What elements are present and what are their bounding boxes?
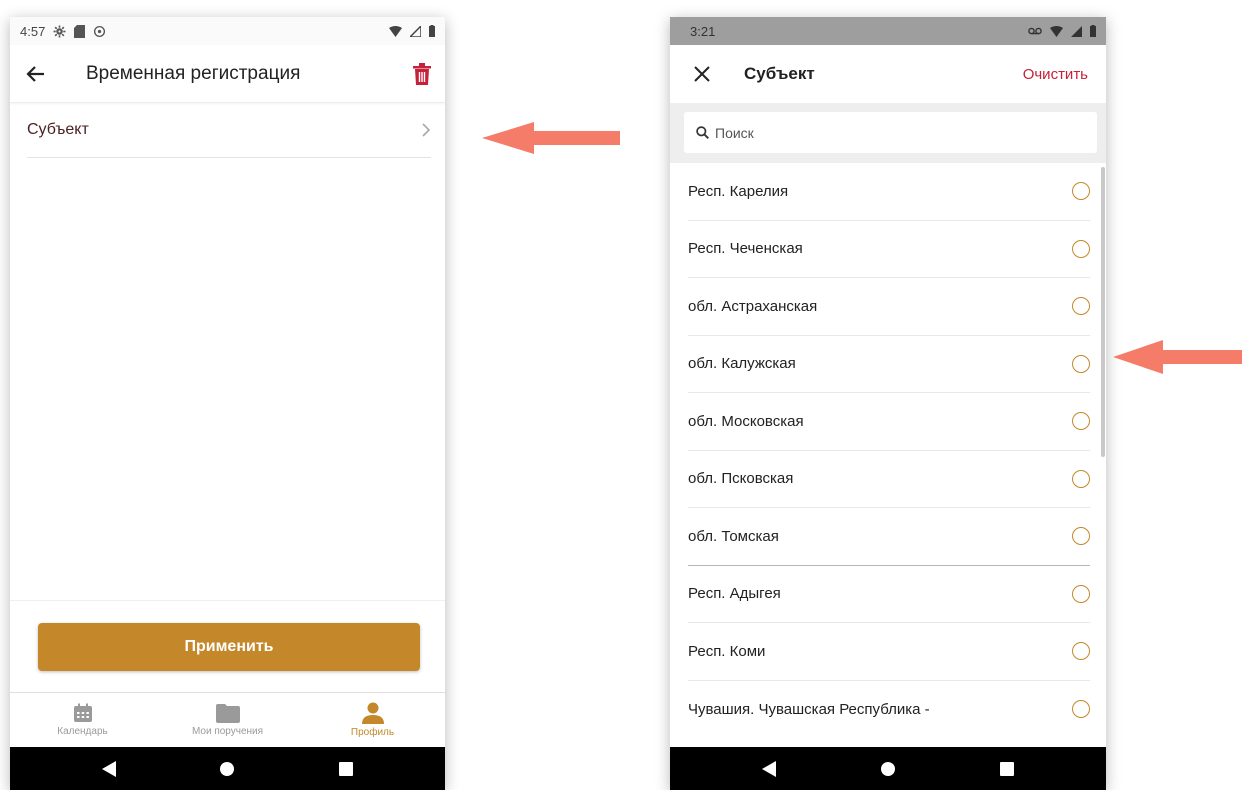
list-item-label: Респ. Адыгея — [688, 585, 781, 603]
radio-icon[interactable] — [1072, 700, 1090, 719]
system-navigation-bar — [670, 747, 1106, 790]
wifi-icon — [389, 25, 402, 37]
radio-icon[interactable] — [1072, 354, 1090, 373]
radio-icon[interactable] — [1072, 584, 1090, 603]
list-item[interactable]: обл. Томская — [688, 508, 1090, 566]
apply-button[interactable]: Применить — [38, 623, 420, 671]
list-item[interactable]: обл. Псковская — [688, 451, 1090, 508]
nav-label-profile: Профиль — [350, 727, 395, 738]
radio-icon[interactable] — [1072, 182, 1090, 201]
subject-list: Респ. Карелия Респ. Чеченская обл. Астра… — [670, 163, 1106, 747]
search-area — [670, 103, 1106, 163]
system-recents-icon[interactable] — [338, 761, 353, 776]
chevron-right-icon — [422, 123, 431, 137]
system-home-icon[interactable] — [880, 761, 895, 776]
list-item-label: обл. Астраханская — [688, 297, 818, 315]
subject-row-label: Субъект — [27, 121, 89, 138]
page-title: Временная регистрация — [86, 62, 301, 84]
system-back-icon[interactable] — [762, 760, 777, 777]
system-home-icon[interactable] — [220, 761, 235, 776]
radio-icon[interactable] — [1072, 527, 1090, 546]
signal-icon — [1071, 25, 1082, 37]
list-item[interactable]: Респ. Адыгея — [688, 566, 1090, 623]
wifi-icon — [1050, 25, 1063, 37]
app-bar: Субъект Очистить — [670, 45, 1106, 103]
search-box[interactable] — [684, 112, 1097, 153]
list-item[interactable]: Респ. Чеченская — [688, 221, 1090, 278]
search-input[interactable] — [715, 124, 1015, 141]
nav-label-my-tasks: Мои поручения — [191, 725, 264, 737]
sd-card-icon — [74, 24, 86, 38]
system-back-icon[interactable] — [102, 760, 117, 777]
nav-item-profile[interactable]: Профиль — [300, 693, 445, 747]
settings-status-icon — [53, 25, 66, 37]
status-time: 3:21 — [690, 23, 716, 39]
scrollbar[interactable] — [1101, 167, 1105, 457]
list-item-label: обл. Московская — [688, 412, 804, 430]
battery-icon — [1090, 25, 1096, 37]
close-icon[interactable] — [694, 66, 710, 82]
divider — [10, 600, 445, 601]
back-arrow-icon[interactable] — [26, 64, 46, 84]
list-item-label: Респ. Карелия — [688, 182, 789, 200]
folder-icon — [215, 703, 240, 723]
list-item[interactable]: обл. Астраханская — [688, 278, 1090, 336]
list-item-label: Респ. Коми — [688, 642, 766, 660]
trash-icon[interactable] — [413, 62, 431, 85]
bottom-navigation: Календарь Мои поручения Профиль — [10, 692, 445, 747]
list-item-label: обл. Псковская — [688, 470, 794, 488]
list-item-label: обл. Томская — [688, 527, 779, 545]
system-recents-icon[interactable] — [999, 761, 1014, 776]
sync-status-icon — [94, 25, 106, 37]
system-navigation-bar — [10, 747, 445, 790]
radio-icon[interactable] — [1072, 642, 1090, 661]
status-bar: 3:21 — [670, 17, 1106, 45]
list-item[interactable]: Чувашия. Чувашская Республика - — [688, 681, 1090, 739]
right-phone-screen: 3:21 Субъект Очистить Респ. Карелия Респ… — [670, 17, 1106, 790]
list-item[interactable]: обл. Московская — [688, 393, 1090, 451]
status-time: 4:57 — [20, 23, 46, 39]
voicemail-icon — [1028, 27, 1042, 35]
status-bar: 4:57 — [10, 17, 445, 45]
radio-icon[interactable] — [1072, 469, 1090, 488]
page-title: Субъект — [744, 64, 815, 83]
list-item-label: Чувашия. Чувашская Республика - — [688, 700, 930, 718]
calendar-icon — [73, 703, 92, 722]
radio-icon[interactable] — [1072, 297, 1090, 316]
radio-icon[interactable] — [1072, 239, 1090, 258]
radio-icon[interactable] — [1072, 412, 1090, 431]
nav-item-my-tasks[interactable]: Мои поручения — [155, 693, 300, 747]
list-item[interactable]: Респ. Карелия — [688, 163, 1090, 221]
subject-selector-row[interactable]: Субъект — [27, 103, 431, 158]
nav-item-calendar[interactable]: Календарь — [10, 693, 155, 747]
list-item[interactable]: обл. Калужская — [688, 336, 1090, 393]
clear-button[interactable]: Очистить — [1023, 66, 1088, 83]
annotation-arrow-right — [1113, 340, 1242, 374]
signal-icon — [410, 25, 421, 37]
list-item-label: Респ. Чеченская — [688, 240, 803, 258]
battery-icon — [429, 25, 435, 37]
person-icon — [361, 702, 384, 724]
annotation-arrow-left — [482, 122, 620, 154]
app-bar: Временная регистрация — [10, 45, 445, 103]
left-phone-screen: 4:57 Временная регистрация Субъект Приме… — [10, 17, 445, 790]
list-item-label: обл. Калужская — [688, 355, 796, 373]
list-item[interactable]: Респ. Коми — [688, 623, 1090, 681]
search-icon — [696, 126, 709, 139]
nav-label-calendar: Календарь — [57, 726, 108, 737]
